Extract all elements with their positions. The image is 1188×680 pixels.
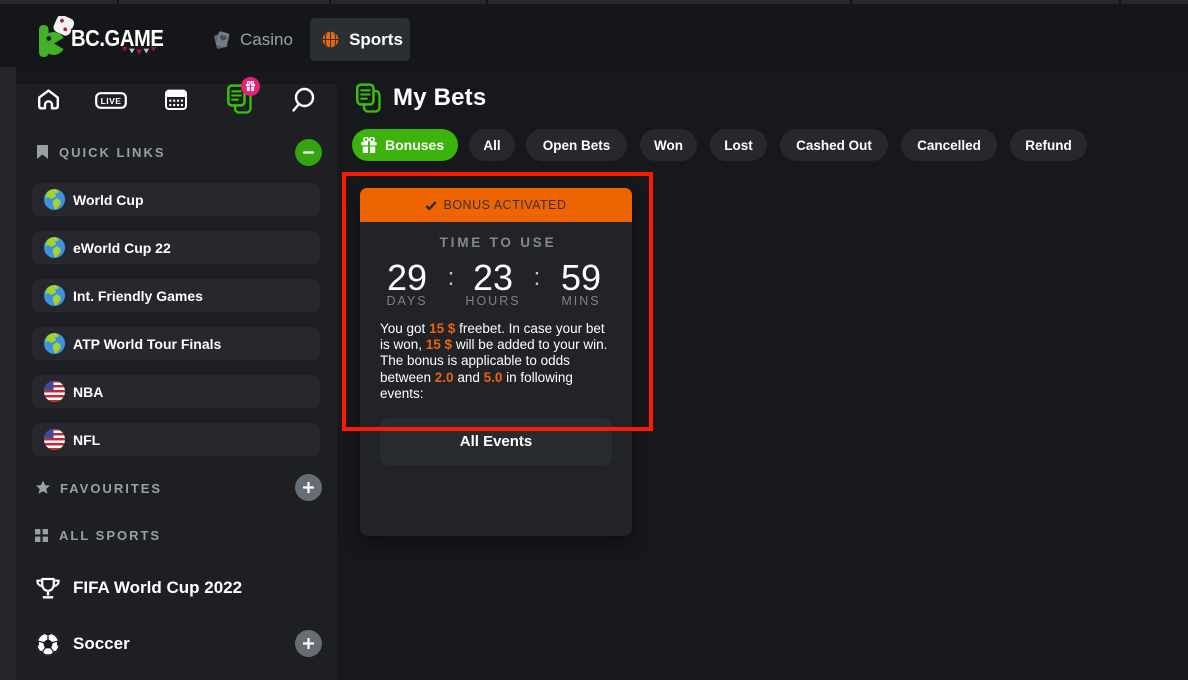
svg-text:LIVE: LIVE [101, 96, 122, 106]
